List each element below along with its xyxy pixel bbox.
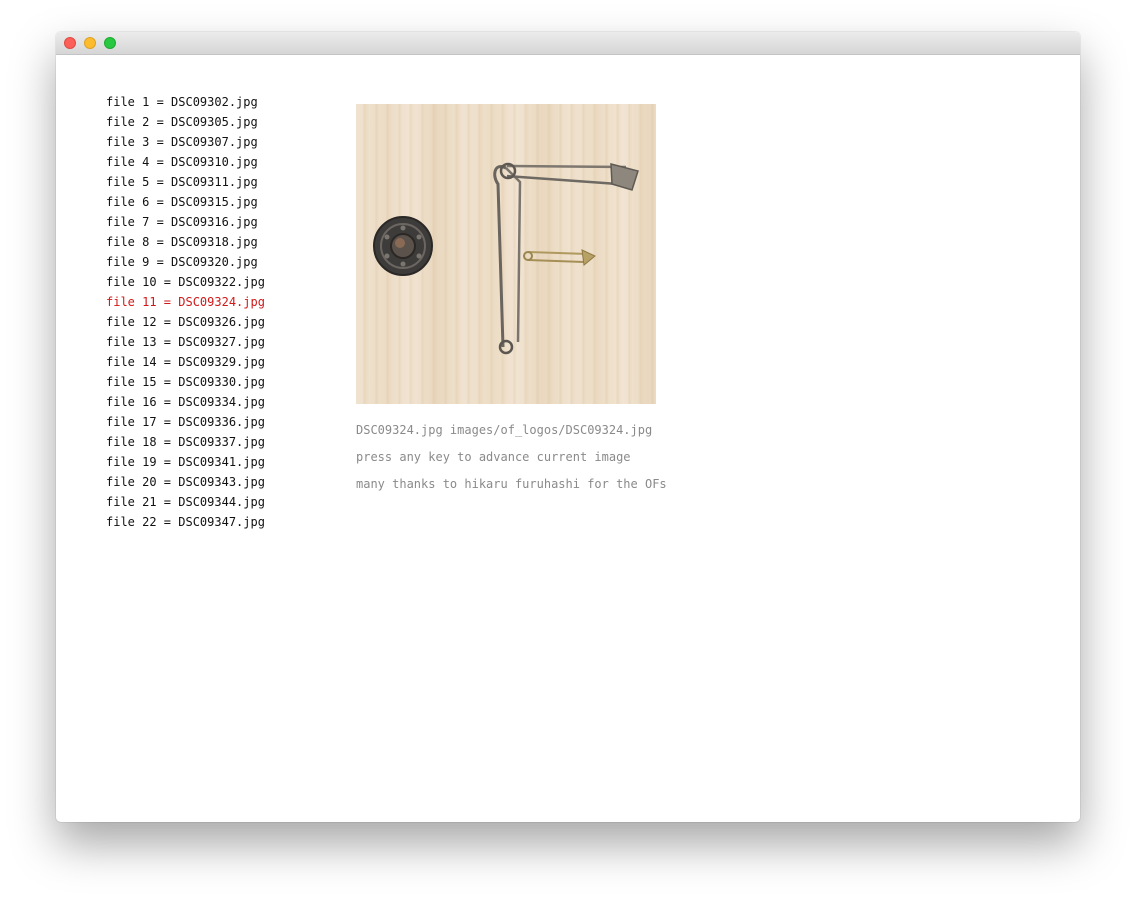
current-image [356, 104, 656, 404]
instruction-caption: press any key to advance current image [356, 450, 631, 464]
file-list-item: file 3 = DSC09307.jpg [106, 135, 258, 149]
file-list-item: file 13 = DSC09327.jpg [106, 335, 265, 349]
file-list-item: file 4 = DSC09310.jpg [106, 155, 258, 169]
file-list-item: file 7 = DSC09316.jpg [106, 215, 258, 229]
file-list-item: file 14 = DSC09329.jpg [106, 355, 265, 369]
safety-pins-and-snap-photo [373, 162, 639, 355]
file-list-item: file 5 = DSC09311.jpg [106, 175, 258, 189]
file-list-item: file 17 = DSC09336.jpg [106, 415, 265, 429]
title-bar [56, 32, 1080, 55]
file-list-item: file 15 = DSC09330.jpg [106, 375, 265, 389]
file-list-item: file 20 = DSC09343.jpg [106, 475, 265, 489]
file-list-item: file 22 = DSC09347.jpg [106, 515, 265, 529]
file-list-item: file 12 = DSC09326.jpg [106, 315, 265, 329]
file-list-item: file 10 = DSC09322.jpg [106, 275, 265, 289]
app-window: file 1 = DSC09302.jpg file 2 = DSC09305.j… [56, 32, 1080, 822]
file-list: file 1 = DSC09302.jpg file 2 = DSC09305.j… [106, 92, 265, 532]
file-list-item: file 1 = DSC09302.jpg [106, 95, 258, 109]
minimize-window-button[interactable] [84, 37, 96, 49]
zoom-window-button[interactable] [104, 37, 116, 49]
file-list-item: file 9 = DSC09320.jpg [106, 255, 258, 269]
close-window-button[interactable] [64, 37, 76, 49]
canvas[interactable]: file 1 = DSC09302.jpg file 2 = DSC09305.j… [56, 54, 1080, 822]
file-list-item: file 16 = DSC09334.jpg [106, 395, 265, 409]
file-list-item: file 2 = DSC09305.jpg [106, 115, 258, 129]
file-list-item: file 18 = DSC09337.jpg [106, 435, 265, 449]
file-list-item-current: file 11 = DSC09324.jpg [106, 295, 265, 309]
credits-caption: many thanks to hikaru furuhashi for the … [356, 477, 667, 491]
image-path-caption: DSC09324.jpg images/of_logos/DSC09324.jp… [356, 423, 653, 437]
file-list-item: file 8 = DSC09318.jpg [106, 235, 258, 249]
file-list-item: file 19 = DSC09341.jpg [106, 455, 265, 469]
file-list-item: file 21 = DSC09344.jpg [106, 495, 265, 509]
file-list-item: file 6 = DSC09315.jpg [106, 195, 258, 209]
